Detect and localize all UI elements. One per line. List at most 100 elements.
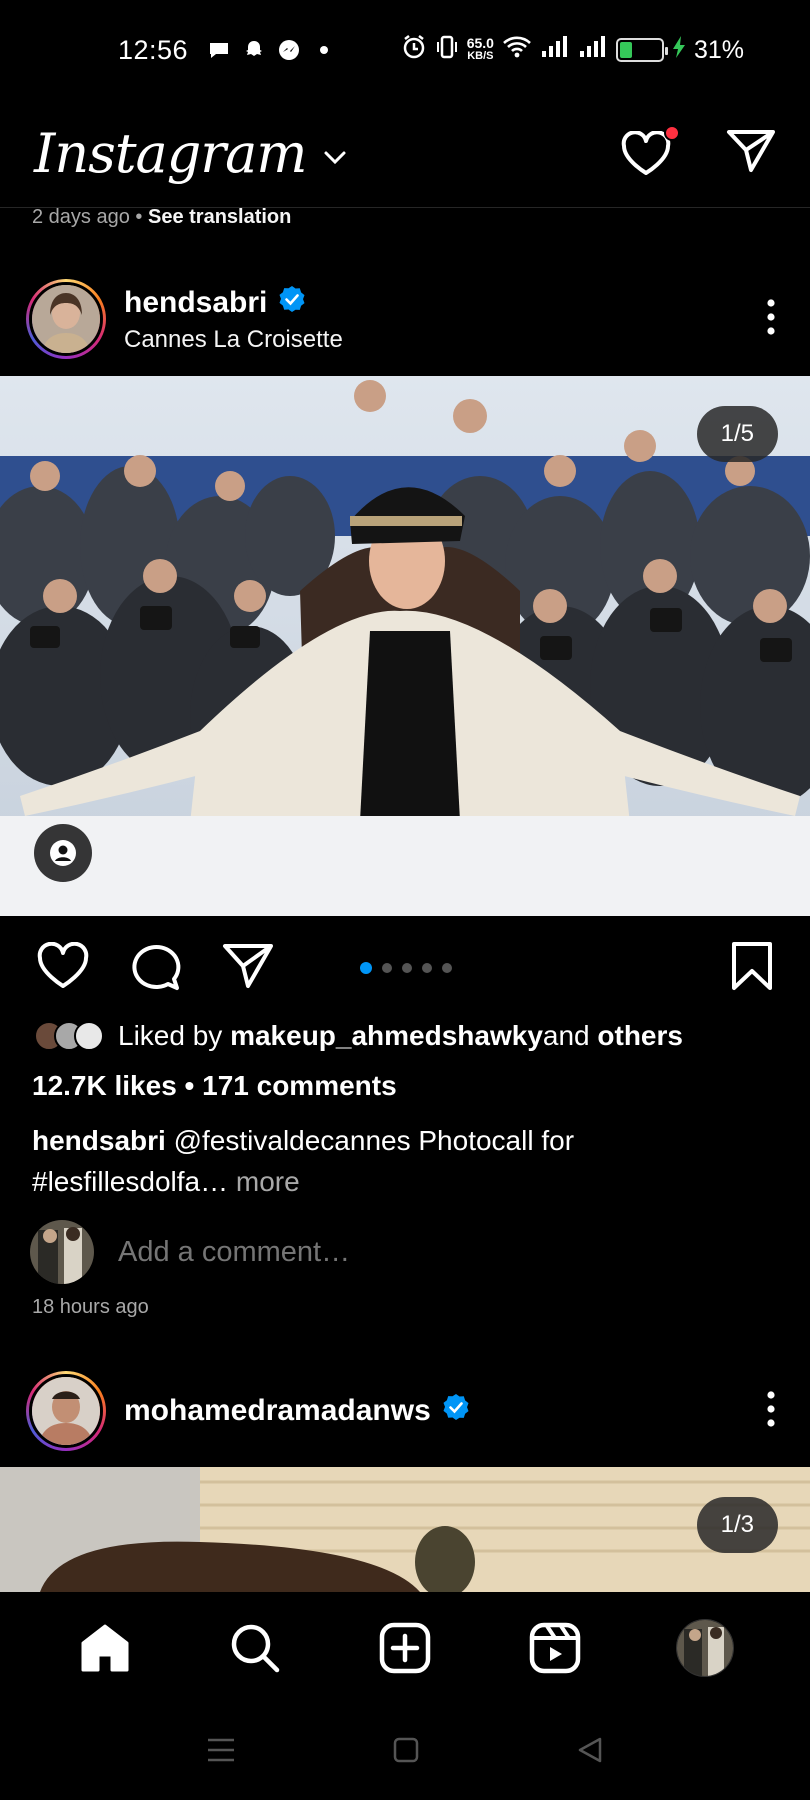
share-button[interactable] bbox=[222, 942, 274, 995]
post-location[interactable]: Cannes La Croisette bbox=[124, 326, 343, 354]
post-username[interactable]: hendsabri bbox=[124, 286, 267, 320]
back-triangle-icon bbox=[578, 1737, 602, 1762]
comment-icon bbox=[132, 944, 181, 990]
battery-percentage: 31% bbox=[693, 35, 744, 64]
notification-dot bbox=[664, 124, 680, 141]
caption-username[interactable]: hendsabri bbox=[32, 1125, 166, 1156]
reels-icon bbox=[529, 1622, 581, 1674]
recent-apps-button[interactable] bbox=[206, 1737, 236, 1768]
like-button[interactable] bbox=[36, 941, 90, 995]
media-counter: 1/5 bbox=[696, 406, 778, 462]
tagged-people-button[interactable] bbox=[34, 824, 92, 882]
post-caption: hendsabri @festivaldecannes Photocall fo… bbox=[32, 1120, 732, 1202]
share-icon bbox=[223, 943, 273, 988]
liked-by-and: and bbox=[542, 1020, 590, 1051]
network-speed-unit: KB/S bbox=[467, 50, 494, 62]
notifications-button[interactable] bbox=[620, 124, 680, 177]
likes-comments-count[interactable]: 12.7K likes • 171 comments bbox=[32, 1070, 397, 1102]
system-status: 65.0 KB/S 31% bbox=[401, 34, 744, 67]
nav-home[interactable] bbox=[70, 1613, 140, 1683]
dot-indicator-icon bbox=[311, 37, 337, 63]
bottom-navigation bbox=[0, 1592, 810, 1704]
status-bar: 12:56 65.0 KB/S 31% bbox=[0, 0, 810, 100]
carousel-dot bbox=[402, 963, 412, 973]
verified-badge-icon bbox=[441, 1392, 471, 1430]
signal-icon-2 bbox=[578, 35, 608, 66]
story-ring[interactable] bbox=[26, 279, 106, 359]
liked-by-prefix: Liked by bbox=[118, 1020, 223, 1051]
post-timestamp: 18 hours ago bbox=[32, 1296, 149, 1318]
current-user-avatar bbox=[30, 1220, 94, 1284]
direct-messages-button[interactable] bbox=[726, 128, 776, 179]
home-system-button[interactable] bbox=[392, 1736, 420, 1769]
instagram-logo[interactable]: Instagram bbox=[34, 122, 307, 185]
save-button[interactable] bbox=[730, 941, 774, 996]
status-time: 12:56 bbox=[118, 34, 189, 65]
network-speed-value: 65.0 bbox=[466, 35, 494, 51]
more-vertical-icon bbox=[767, 298, 775, 335]
network-speed: 65.0 KB/S bbox=[466, 35, 494, 63]
previous-post-time: 2 days ago bbox=[32, 206, 130, 228]
chat-icon bbox=[206, 37, 232, 63]
add-comment-row bbox=[30, 1220, 495, 1284]
search-icon bbox=[231, 1624, 280, 1673]
comment-button[interactable] bbox=[130, 941, 182, 996]
more-options-button-2[interactable] bbox=[758, 1382, 784, 1441]
home-icon bbox=[81, 1624, 129, 1672]
more-options-button[interactable] bbox=[758, 290, 784, 349]
nav-reels[interactable] bbox=[520, 1613, 590, 1683]
chevron-down-icon[interactable] bbox=[323, 150, 347, 171]
post-header-2: mohamedramadanws bbox=[0, 1366, 810, 1456]
nav-profile[interactable] bbox=[670, 1613, 740, 1683]
battery-icon bbox=[615, 38, 668, 62]
menu-icon bbox=[208, 1738, 234, 1761]
caption-more-link[interactable]: more bbox=[228, 1166, 300, 1197]
liked-by[interactable]: Liked by makeup_ahmedshawky and others bbox=[34, 1020, 683, 1052]
heart-icon bbox=[37, 941, 89, 988]
user-tag-icon bbox=[50, 840, 76, 866]
verified-badge-icon bbox=[277, 284, 307, 322]
battery-fill bbox=[619, 42, 633, 58]
post-actions bbox=[0, 938, 810, 998]
bookmark-icon bbox=[732, 941, 772, 990]
snapchat-icon bbox=[241, 37, 267, 63]
previous-post-meta: 2 days ago • See translation bbox=[32, 206, 291, 229]
messenger-icon bbox=[276, 37, 302, 63]
post-media-2[interactable]: 1/3 bbox=[0, 1467, 810, 1592]
app-header: Instagram bbox=[0, 100, 810, 208]
liked-by-others[interactable]: others bbox=[597, 1020, 683, 1052]
post-media[interactable]: 1/5 bbox=[0, 376, 810, 916]
liker-avatar bbox=[74, 1021, 104, 1051]
vibrate-icon bbox=[435, 34, 459, 67]
post-header: hendsabri Cannes La Croisette bbox=[0, 274, 810, 364]
wifi-icon bbox=[502, 34, 532, 67]
separator: • bbox=[129, 206, 148, 228]
notification-icons bbox=[206, 37, 337, 63]
carousel-dot bbox=[422, 963, 432, 973]
add-comment-input[interactable] bbox=[118, 1235, 495, 1269]
direct-message-icon bbox=[727, 130, 775, 172]
post-photo bbox=[0, 376, 810, 916]
see-translation-link[interactable]: See translation bbox=[148, 206, 291, 228]
avatar bbox=[29, 282, 103, 356]
heart-icon bbox=[621, 130, 671, 175]
post-username-2[interactable]: mohamedramadanws bbox=[124, 1394, 431, 1428]
more-vertical-icon bbox=[767, 1390, 775, 1427]
avatar-2 bbox=[29, 1374, 103, 1448]
liked-by-user[interactable]: makeup_ahmedshawky bbox=[230, 1020, 543, 1052]
system-navigation-bar bbox=[0, 1704, 810, 1800]
media-counter-2: 1/3 bbox=[696, 1497, 778, 1553]
nav-create[interactable] bbox=[370, 1613, 440, 1683]
profile-avatar bbox=[676, 1619, 734, 1677]
square-icon bbox=[393, 1737, 419, 1762]
carousel-dot bbox=[360, 962, 372, 974]
carousel-dot bbox=[442, 963, 452, 973]
signal-icon bbox=[540, 35, 570, 66]
carousel-dots bbox=[360, 962, 452, 974]
post-photo-2 bbox=[0, 1467, 810, 1592]
back-button[interactable] bbox=[576, 1736, 604, 1769]
story-ring-2[interactable] bbox=[26, 1371, 106, 1451]
alarm-icon bbox=[401, 34, 427, 67]
nav-search[interactable] bbox=[220, 1613, 290, 1683]
create-icon bbox=[379, 1622, 431, 1674]
